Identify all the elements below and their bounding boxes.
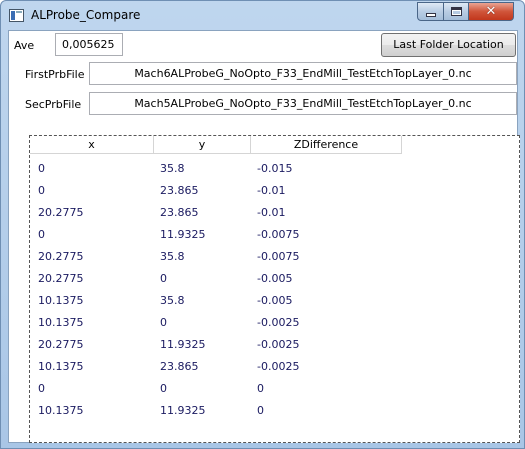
- table-cell-zdifference: -0.0075: [257, 228, 300, 241]
- table-cell-x: 10.1375: [38, 404, 84, 417]
- table-row[interactable]: 10.1375 35.8 -0.005: [30, 290, 519, 312]
- table-row[interactable]: 10.1375 0 -0.0025: [30, 312, 519, 334]
- table-cell-x: 0: [38, 184, 45, 197]
- table-row[interactable]: 0 35.8 -0.015: [30, 158, 519, 180]
- table-cell-zdifference: 0: [257, 404, 264, 417]
- maximize-icon: [450, 7, 462, 16]
- column-header-zdifference[interactable]: ZDifference: [251, 136, 402, 154]
- table-cell-zdifference: -0.0025: [257, 360, 300, 373]
- table-cell-zdifference: -0.0025: [257, 316, 300, 329]
- app-window: ALProbe_Compare ✕ Ave 0,005625 Last Fold…: [0, 0, 525, 449]
- sec-prb-file-field[interactable]: Mach5ALProbeG_NoOpto_F33_EndMill_TestEtc…: [89, 92, 517, 115]
- table-cell-x: 10.1375: [38, 294, 84, 307]
- table-cell-y: 11.9325: [160, 228, 206, 241]
- table-cell-y: 11.9325: [160, 404, 206, 417]
- table-cell-y: 23.865: [160, 206, 199, 219]
- table-row[interactable]: 0 23.865 -0.01: [30, 180, 519, 202]
- table-cell-zdifference: -0.005: [257, 294, 293, 307]
- column-header-x[interactable]: x: [30, 136, 154, 154]
- table-cell-x: 20.2775: [38, 338, 84, 351]
- table-cell-y: 35.8: [160, 162, 185, 175]
- maximize-button[interactable]: [443, 2, 469, 21]
- table-row[interactable]: 10.1375 11.9325 0: [30, 400, 519, 422]
- table-cell-zdifference: 0: [257, 382, 264, 395]
- table-cell-y: 23.865: [160, 360, 199, 373]
- results-data-grid[interactable]: x y ZDifference 0 35.8 -0.015 0 23.865 -0.01 2…: [29, 135, 520, 443]
- table-cell-zdifference: -0.0075: [257, 250, 300, 263]
- table-cell-x: 10.1375: [38, 360, 84, 373]
- table-cell-y: 23.865: [160, 184, 199, 197]
- table-cell-y: 11.9325: [160, 338, 206, 351]
- table-row[interactable]: 20.2775 23.865 -0.01: [30, 202, 519, 224]
- table-cell-x: 10.1375: [38, 316, 84, 329]
- table-row[interactable]: 10.1375 23.865 -0.0025: [30, 356, 519, 378]
- table-cell-y: 35.8: [160, 250, 185, 263]
- table-cell-y: 0: [160, 272, 167, 285]
- table-cell-zdifference: -0.005: [257, 272, 293, 285]
- title-bar[interactable]: ALProbe_Compare ✕: [1, 1, 524, 31]
- table-row[interactable]: 20.2775 0 -0.005: [30, 268, 519, 290]
- table-row[interactable]: 20.2775 35.8 -0.0075: [30, 246, 519, 268]
- table-cell-x: 20.2775: [38, 250, 84, 263]
- ave-label: Ave: [14, 39, 35, 52]
- first-prb-file-field[interactable]: Mach6ALProbeG_NoOpto_F33_EndMill_TestEtc…: [89, 62, 517, 85]
- sec-prb-file-label: SecPrbFile: [25, 98, 82, 111]
- grid-header: x y ZDifference: [30, 136, 402, 154]
- table-cell-y: 0: [160, 382, 167, 395]
- first-prb-file-label: FirstPrbFile: [25, 68, 85, 81]
- table-cell-zdifference: -0.015: [257, 162, 293, 175]
- table-cell-zdifference: -0.01: [257, 184, 286, 197]
- close-icon: ✕: [485, 4, 497, 19]
- minimize-icon: [425, 12, 436, 17]
- table-cell-x: 20.2775: [38, 272, 84, 285]
- close-button[interactable]: ✕: [468, 2, 514, 21]
- last-folder-location-button[interactable]: Last Folder Location: [381, 33, 516, 57]
- client-area: Ave 0,005625 Last Folder Location FirstP…: [8, 30, 520, 443]
- app-window-icon[interactable]: [9, 9, 24, 22]
- minimize-button[interactable]: [417, 2, 444, 21]
- table-cell-zdifference: -0.0025: [257, 338, 300, 351]
- table-cell-y: 0: [160, 316, 167, 329]
- table-cell-x: 20.2775: [38, 206, 84, 219]
- table-cell-y: 35.8: [160, 294, 185, 307]
- window-title: ALProbe_Compare: [31, 8, 141, 22]
- table-row[interactable]: 0 0 0: [30, 378, 519, 400]
- ave-field[interactable]: 0,005625: [55, 33, 123, 56]
- table-row[interactable]: 0 11.9325 -0.0075: [30, 224, 519, 246]
- table-row[interactable]: 20.2775 11.9325 -0.0025: [30, 334, 519, 356]
- table-cell-x: 0: [38, 382, 45, 395]
- column-header-y[interactable]: y: [154, 136, 251, 154]
- table-cell-zdifference: -0.01: [257, 206, 286, 219]
- table-cell-x: 0: [38, 162, 45, 175]
- table-cell-x: 0: [38, 228, 45, 241]
